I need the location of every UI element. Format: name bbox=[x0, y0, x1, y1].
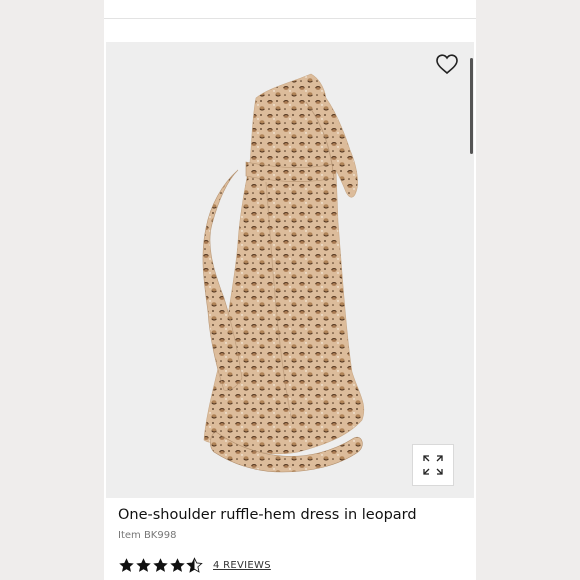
rating-row: 4 REVIEWS bbox=[118, 556, 271, 574]
divider bbox=[104, 18, 476, 19]
reviews-link[interactable]: 4 REVIEWS bbox=[213, 560, 271, 571]
heart-icon bbox=[436, 54, 458, 75]
product-title: One-shoulder ruffle-hem dress in leopard bbox=[118, 507, 417, 523]
star-rating bbox=[118, 556, 203, 574]
star-icon bbox=[119, 557, 134, 572]
product-image[interactable] bbox=[106, 42, 474, 498]
favorite-button[interactable] bbox=[434, 52, 460, 76]
star-icon bbox=[153, 557, 168, 572]
expand-image-button[interactable] bbox=[412, 444, 454, 486]
star-icon bbox=[136, 557, 151, 572]
expand-icon bbox=[423, 455, 443, 475]
item-number: Item BK998 bbox=[118, 530, 177, 541]
product-card: One-shoulder ruffle-hem dress in leopard… bbox=[104, 0, 476, 580]
dress-image bbox=[202, 73, 365, 473]
scrollbar[interactable] bbox=[470, 58, 473, 154]
half-star-icon bbox=[186, 556, 203, 573]
star-icon bbox=[170, 557, 185, 572]
